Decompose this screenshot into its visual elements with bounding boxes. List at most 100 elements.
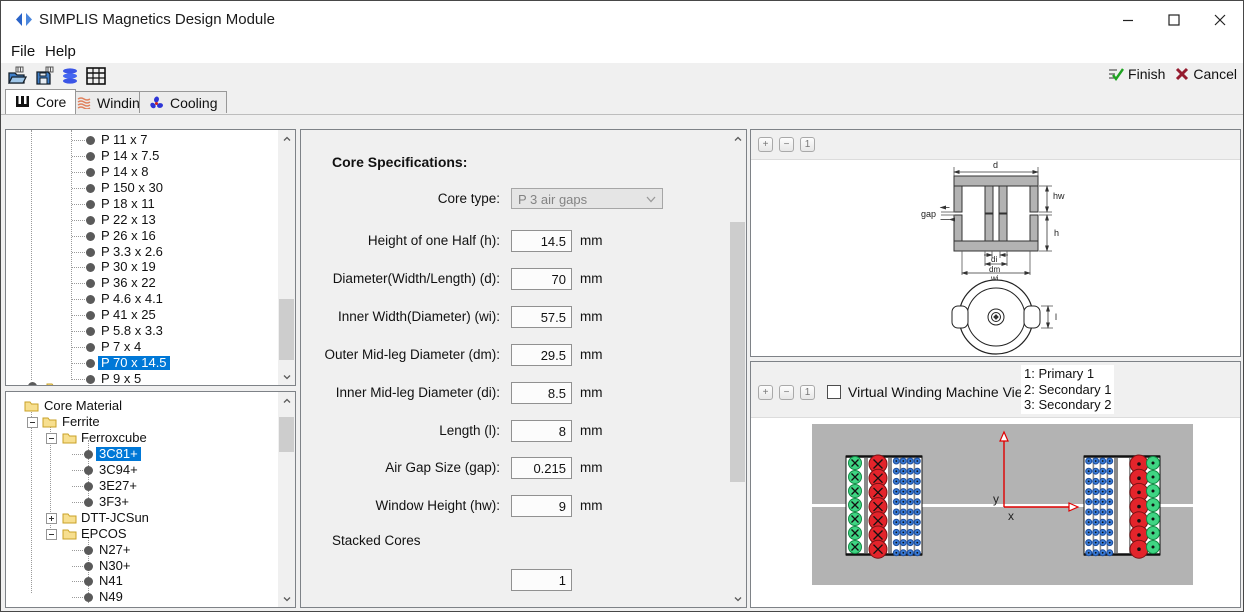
- stacked-cores-input[interactable]: 1: [511, 569, 572, 591]
- tree-item[interactable]: N30+: [6, 558, 295, 574]
- tree-item-label: N49: [96, 590, 126, 604]
- virtual-winding-checkbox[interactable]: [827, 385, 841, 399]
- close-button[interactable]: [1197, 1, 1243, 39]
- spec-field-input[interactable]: 9: [511, 495, 572, 517]
- zoom-out-button[interactable]: −: [779, 137, 794, 152]
- tree-item[interactable]: N27+: [6, 542, 295, 558]
- tree-item[interactable]: P 3.3 x 2.6: [6, 244, 295, 260]
- tree-item[interactable]: P 22 x 13: [6, 212, 295, 228]
- tree-item[interactable]: P 5.8 x 3.3: [6, 323, 295, 339]
- scroll-up-button[interactable]: [278, 392, 295, 409]
- spec-field-input[interactable]: 0.215: [511, 457, 572, 479]
- spec-field-input[interactable]: 70: [511, 268, 572, 290]
- table-icon[interactable]: [85, 66, 107, 86]
- tree-item-label: 3E27+: [96, 479, 140, 493]
- tree-item-label: EPCOS: [78, 527, 130, 541]
- tree-item[interactable]: P 11 x 7: [6, 132, 295, 148]
- tree-item[interactable]: N41: [6, 573, 295, 589]
- tree-connector: [72, 566, 83, 567]
- expander-toggle[interactable]: [27, 417, 38, 428]
- tree-item[interactable]: P 41 x 25: [6, 307, 295, 323]
- scroll-thumb[interactable]: [279, 417, 294, 452]
- bullet-icon: [86, 279, 95, 288]
- tree-item[interactable]: EPCOS: [6, 526, 295, 542]
- zoom-in-button[interactable]: +: [758, 137, 773, 152]
- expander-toggle[interactable]: [46, 529, 57, 540]
- folder-icon: [62, 511, 77, 524]
- tree-connector: [72, 140, 85, 141]
- tree-connector: [72, 299, 85, 300]
- spec-field-input[interactable]: 8: [511, 420, 572, 442]
- spec-field-row: Diameter(Width/Length) (d):70mm: [301, 268, 746, 290]
- core-type-select[interactable]: P 3 air gaps: [511, 188, 663, 209]
- maximize-button[interactable]: [1151, 1, 1197, 39]
- tree-item-label: P 5.8 x 3.3: [98, 324, 166, 338]
- tree-item[interactable]: P 14 x 8: [6, 164, 295, 180]
- tree-item[interactable]: P 36 x 22: [6, 275, 295, 291]
- core-material-scrollbar[interactable]: [278, 392, 295, 607]
- scroll-up-button[interactable]: [278, 130, 295, 147]
- tree-item[interactable]: P 150 x 30: [6, 180, 295, 196]
- bullet-icon: [84, 498, 93, 507]
- tree-item[interactable]: DTT-JCSun: [6, 510, 295, 526]
- spec-field-unit: mm: [580, 423, 603, 438]
- spec-field-input[interactable]: 8.5: [511, 382, 572, 404]
- spec-field-input[interactable]: 29.5: [511, 344, 572, 366]
- preview-toolstrip: + − 1: [751, 130, 1240, 160]
- expander-toggle[interactable]: [46, 433, 57, 444]
- open-icon[interactable]: [7, 66, 29, 86]
- tree-connector: [72, 597, 83, 598]
- tree-item[interactable]: 3C81+: [6, 446, 295, 462]
- tree-item[interactable]: Core Material: [6, 398, 295, 414]
- scroll-thumb[interactable]: [730, 222, 745, 482]
- menu-file[interactable]: File: [5, 41, 41, 62]
- tree-item[interactable]: Ferrite: [6, 414, 295, 430]
- layers-icon[interactable]: [59, 66, 81, 86]
- tree-item[interactable]: 3E27+: [6, 478, 295, 494]
- spec-field-input[interactable]: 14.5: [511, 230, 572, 252]
- core-size-scrollbar[interactable]: [278, 130, 295, 385]
- winding-cross-section: y x: [751, 417, 1240, 607]
- zoom-reset-button[interactable]: 1: [800, 385, 815, 400]
- scroll-down-button[interactable]: [278, 368, 295, 385]
- tree-item-label: P 70 x 14.5: [98, 356, 170, 370]
- tree-item[interactable]: 3C94+: [6, 462, 295, 478]
- winding-icon: [76, 96, 91, 109]
- scroll-down-button[interactable]: [278, 590, 295, 607]
- tree-item[interactable]: Ferroxcube: [6, 430, 295, 446]
- tree-connector: [72, 236, 85, 237]
- scroll-thumb[interactable]: [279, 299, 294, 360]
- tree-connector: [72, 156, 85, 157]
- tree-item[interactable]: P 7 x 4: [6, 339, 295, 355]
- cancel-button[interactable]: Cancel: [1175, 66, 1237, 82]
- spec-field-input[interactable]: 57.5: [511, 306, 572, 328]
- zoom-out-button[interactable]: −: [779, 385, 794, 400]
- scroll-up-button[interactable]: [729, 130, 746, 147]
- svg-text:x: x: [1008, 509, 1014, 523]
- menu-help[interactable]: Help: [39, 41, 82, 62]
- tree-connector: [72, 267, 85, 268]
- tab-core[interactable]: Core: [5, 89, 76, 114]
- spec-field-unit: mm: [580, 460, 603, 475]
- tree-item[interactable]: P 14 x 7.5: [6, 148, 295, 164]
- zoom-in-button[interactable]: +: [758, 385, 773, 400]
- tree-item[interactable]: N49: [6, 589, 295, 605]
- tree-item[interactable]: 3F3+: [6, 494, 295, 510]
- bullet-icon: [84, 562, 93, 571]
- bullet-icon: [86, 200, 95, 209]
- specs-scrollbar[interactable]: [729, 130, 746, 607]
- tab-cooling[interactable]: Cooling: [139, 91, 227, 113]
- finish-button[interactable]: Finish: [1108, 66, 1165, 82]
- tree-item[interactable]: P 18 x 11: [6, 196, 295, 212]
- tree-item[interactable]: P 70 x 14.5: [6, 355, 295, 371]
- tree-item[interactable]: P 30 x 19: [6, 259, 295, 275]
- minimize-button[interactable]: [1105, 1, 1151, 39]
- spec-field-row: Air Gap Size (gap):0.215mm: [301, 457, 746, 479]
- tree-item[interactable]: P 4.6 x 4.1: [6, 291, 295, 307]
- cancel-x-icon: [1175, 67, 1189, 81]
- save-icon[interactable]: [34, 66, 56, 86]
- tree-item[interactable]: P 26 x 16: [6, 228, 295, 244]
- scroll-down-button[interactable]: [729, 590, 746, 607]
- zoom-reset-button[interactable]: 1: [800, 137, 815, 152]
- expander-toggle[interactable]: [46, 513, 57, 524]
